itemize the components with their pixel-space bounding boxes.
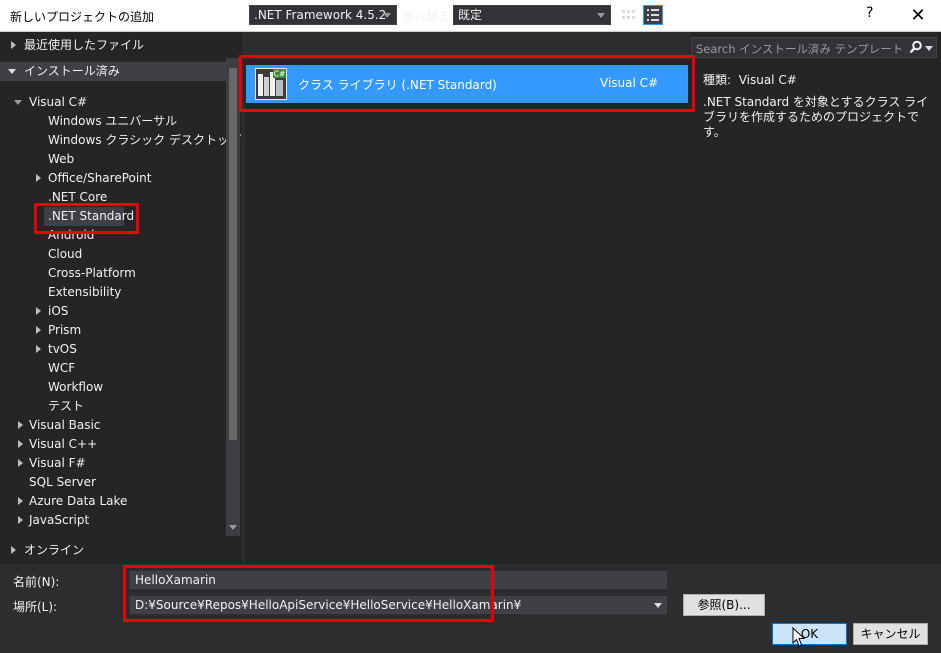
template-search-box[interactable]: Search インストール済み テンプレート (Ctrl+E) (691, 37, 937, 58)
cancel-button[interactable]: キャンセル (853, 623, 928, 645)
expand-arrow-icon[interactable] (18, 516, 23, 524)
chevron-down-icon[interactable] (925, 46, 933, 51)
tree-item-prism[interactable]: Prism (34, 321, 224, 340)
tree-item-net-core[interactable]: .NET Core (48, 188, 107, 207)
tree-item-windows-universal[interactable]: Windows ユニバーサル (48, 112, 177, 131)
tree-item-visual-basic[interactable]: Visual Basic (16, 416, 226, 435)
tree-item-tvos[interactable]: tvOS (34, 340, 224, 359)
tree-item-sql-server[interactable]: SQL Server (29, 473, 96, 492)
tree-item-android[interactable]: Android (48, 226, 94, 245)
location-input[interactable]: D:¥Source¥Repos¥HelloApiService¥HelloSer… (130, 596, 667, 614)
tree-item-cloud[interactable]: Cloud (48, 245, 82, 264)
close-button[interactable]: ✕ (903, 0, 933, 32)
name-input[interactable]: HelloXamarin (130, 571, 667, 589)
name-label: 名前(N): (13, 575, 60, 589)
tree-scrollbar-thumb[interactable] (229, 68, 237, 440)
grid-view-icon (622, 10, 635, 19)
collapse-arrow-icon[interactable] (8, 69, 16, 74)
sort-dropdown[interactable]: 既定 (453, 5, 611, 25)
template-toolbar (242, 32, 690, 60)
tree-item-web[interactable]: Web (48, 150, 74, 169)
chevron-down-icon[interactable] (654, 603, 662, 608)
tree-item-azure-data-lake[interactable]: Azure Data Lake (16, 492, 226, 511)
tree-item-wcf[interactable]: WCF (48, 359, 75, 378)
tree-item-javascript[interactable]: JavaScript (16, 511, 226, 530)
template-name: クラス ライブラリ (.NET Standard) (298, 78, 497, 92)
expand-arrow-icon[interactable] (18, 459, 23, 467)
template-language: Visual C# (600, 76, 659, 90)
small-icons-view-button[interactable] (618, 5, 638, 25)
tree-item-extensibility[interactable]: Extensibility (48, 283, 121, 302)
expand-arrow-icon[interactable] (18, 440, 23, 448)
expand-arrow-icon[interactable] (18, 497, 23, 505)
framework-dropdown[interactable]: .NET Framework 4.5.2 (249, 5, 397, 25)
template-type: 種類: Visual C# (703, 73, 797, 87)
search-icon[interactable] (909, 40, 923, 54)
chevron-down-icon (597, 13, 605, 18)
chevron-down-icon (383, 13, 391, 18)
expand-arrow-icon[interactable] (18, 421, 23, 429)
tree-item-cross-platform[interactable]: Cross-Platform (48, 264, 136, 283)
location-label: 場所(L): (13, 600, 58, 614)
collapse-arrow-icon[interactable] (14, 100, 22, 105)
details-view-button[interactable] (643, 5, 663, 25)
mouse-cursor-icon (792, 627, 806, 647)
tree-item-visual-cpp[interactable]: Visual C++ (16, 435, 226, 454)
expand-arrow-icon[interactable] (11, 41, 16, 49)
expand-arrow-icon[interactable] (11, 546, 16, 554)
tree-item-net-standard[interactable]: .NET Standard (44, 207, 134, 226)
tree-item-visual-fsharp[interactable]: Visual F# (16, 454, 226, 473)
tree-item-test[interactable]: テスト (48, 397, 84, 416)
ok-button[interactable]: OK (772, 623, 847, 645)
list-view-icon (647, 9, 659, 21)
tree-item-visual-csharp[interactable]: Visual C# (0, 93, 226, 112)
window-title: 新しいプロジェクトの追加 (10, 10, 155, 24)
expand-arrow-icon[interactable] (36, 307, 41, 315)
tree-item-windows-classic[interactable]: Windows クラシック デスクトップ (48, 131, 241, 150)
template-item-class-library[interactable]: C# クラス ライブラリ (.NET Standard) Visual C# (246, 65, 688, 103)
tree-item-installed[interactable]: インストール済み (0, 62, 226, 81)
expand-arrow-icon[interactable] (36, 174, 41, 182)
template-list (245, 60, 690, 564)
svg-text:C#: C# (274, 70, 286, 79)
tree-item-workflow[interactable]: Workflow (48, 378, 103, 397)
tree-item-office-sharepoint[interactable]: Office/SharePoint (34, 169, 224, 188)
sort-label: 並べ替え: (402, 10, 455, 24)
class-library-icon: C# (255, 68, 287, 100)
expand-arrow-icon[interactable] (36, 345, 41, 353)
browse-button[interactable]: 参照(B)... (683, 594, 765, 616)
scroll-down-arrow-icon[interactable] (229, 525, 237, 530)
template-description: .NET Standard を対象とするクラス ライブラリを作成するためのプロジ… (703, 95, 929, 139)
tree-item-online[interactable]: オンライン (0, 541, 240, 560)
tree-item-recent[interactable]: 最近使用したファイル (0, 36, 226, 55)
search-input[interactable]: Search インストール済み テンプレート (Ctrl+E) (696, 41, 906, 57)
help-button[interactable]: ? (866, 5, 873, 21)
tree-item-ios[interactable]: iOS (34, 302, 224, 321)
expand-arrow-icon[interactable] (36, 326, 41, 334)
